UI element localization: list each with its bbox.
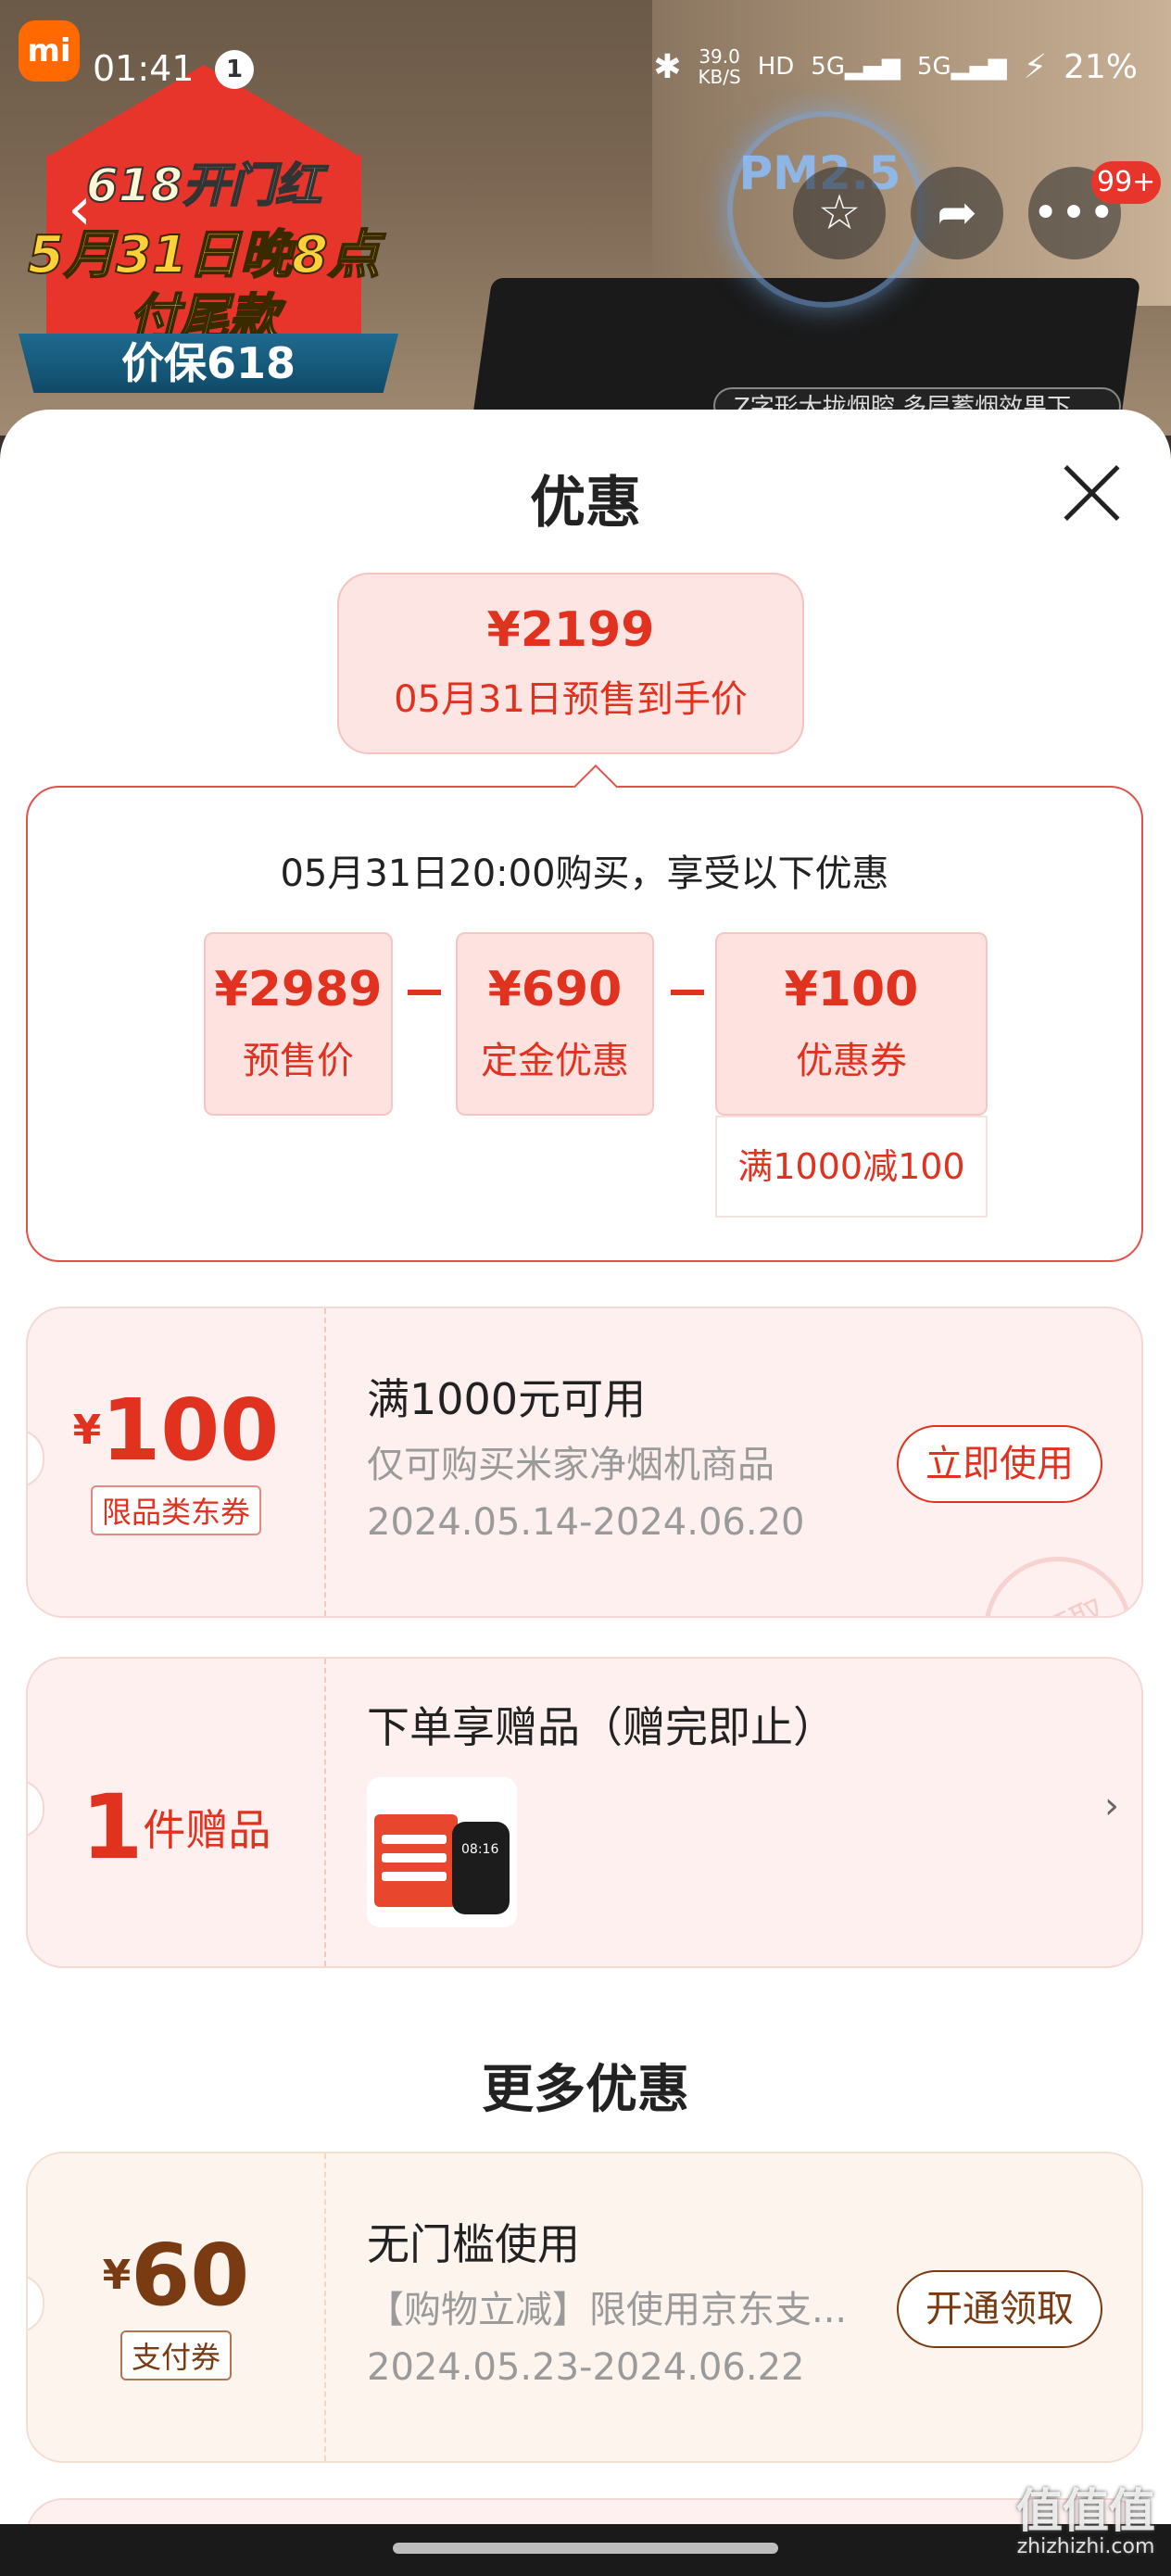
- deposit-discount-box: ¥690 定金优惠: [456, 932, 654, 1116]
- status-time: 01:41: [93, 48, 195, 89]
- share-button[interactable]: ➦: [911, 167, 1003, 259]
- signal-5g-icon-2: 5G▂▄▆: [917, 53, 1007, 81]
- bluetooth-icon: ✱: [653, 47, 682, 86]
- coupon-title: 无门槛使用: [367, 2219, 580, 2269]
- gift-title: 下单享赠品（赠完即止）: [367, 1702, 836, 1752]
- status-bar: 01:41 1 ✱ 39.0 KB/S HD 5G▂▄▆ 5G▂▄▆ ⚡ 21%: [0, 37, 1171, 102]
- watermark-logo: 值值值: [1016, 2484, 1155, 2538]
- coupon-amount: ¥100: [72, 1381, 280, 1480]
- gift-count: 1件赠品: [81, 1775, 271, 1879]
- favorite-button[interactable]: ☆: [793, 167, 886, 259]
- final-price-subtitle: 05月31日预售到手价: [394, 678, 748, 721]
- system-nav-bar: [0, 2524, 1171, 2576]
- coupon-desc: 仅可购买米家净烟机商品: [367, 1444, 774, 1486]
- coupon-card-payment: ¥60 支付券 无门槛使用 【购物立减】限使用京东支... 2024.05.23…: [26, 2152, 1143, 2463]
- presale-price-box: ¥2989 预售价: [204, 932, 393, 1116]
- hd-icon: HD: [757, 53, 795, 81]
- share-icon: ➦: [937, 185, 977, 241]
- notification-count-badge: 1: [215, 50, 254, 89]
- claimed-stamp: 已领取: [959, 1532, 1141, 1616]
- final-price: ¥2199: [486, 602, 655, 658]
- coupon-validity: 2024.05.23-2024.06.22: [367, 2346, 805, 2389]
- discount-sheet: 优惠 ¥2199 05月31日预售到手价 05月31日20:00购买，享受以下优…: [0, 410, 1171, 2576]
- coupon-type-tag: 限品类东券: [90, 1485, 261, 1535]
- breakdown-header: 05月31日20:00购买，享受以下优惠: [280, 852, 889, 895]
- gift-card[interactable]: 1件赠品 下单享赠品（赠完即止） 08:16 ›: [26, 1657, 1143, 1968]
- use-now-button[interactable]: 立即使用: [897, 1425, 1102, 1503]
- coupon-condition: 满1000减100: [715, 1116, 988, 1218]
- coupon-discount-box: ¥100 优惠券: [715, 932, 988, 1116]
- coupon-amount: ¥60: [102, 2226, 250, 2325]
- close-icon[interactable]: [1056, 458, 1127, 528]
- battery-charging-icon: ⚡: [1023, 47, 1047, 86]
- chevron-right-icon[interactable]: ›: [1104, 1785, 1119, 1827]
- battery-level: 21%: [1063, 47, 1138, 86]
- coupon-card-jd: ¥100 限品类东券 满1000元可用 仅可购买米家净烟机商品 2024.05.…: [26, 1307, 1143, 1618]
- activate-claim-button[interactable]: 开通领取: [897, 2270, 1102, 2348]
- more-offers-heading: 更多优惠: [482, 2060, 689, 2120]
- price-breakdown-box: 05月31日20:00购买，享受以下优惠 ¥2989 预售价 ¥690 定金优惠…: [26, 764, 1143, 1262]
- minus-sign: [671, 990, 704, 995]
- home-indicator[interactable]: [393, 2543, 778, 2554]
- promo-ribbon: 价保618: [19, 334, 398, 393]
- coupon-title: 满1000元可用: [367, 1374, 647, 1424]
- signal-5g-icon: 5G▂▄▆: [811, 53, 900, 81]
- final-price-bubble: ¥2199 05月31日预售到手价: [337, 573, 804, 754]
- star-icon: ☆: [817, 185, 862, 241]
- minus-sign: [408, 990, 441, 995]
- message-badge: 99+: [1091, 161, 1162, 204]
- watermark-url: zhizhizhi.com: [1016, 2535, 1155, 2558]
- coupon-validity: 2024.05.14-2024.06.20: [367, 1501, 805, 1544]
- gift-product-image[interactable]: 08:16: [367, 1777, 517, 1927]
- coupon-type-tag: 支付券: [120, 2330, 232, 2380]
- coupon-desc: 【购物立减】限使用京东支...: [367, 2289, 848, 2331]
- back-button[interactable]: ‹: [33, 163, 126, 256]
- sheet-title: 优惠: [530, 471, 641, 536]
- network-speed: 39.0 KB/S: [698, 45, 741, 88]
